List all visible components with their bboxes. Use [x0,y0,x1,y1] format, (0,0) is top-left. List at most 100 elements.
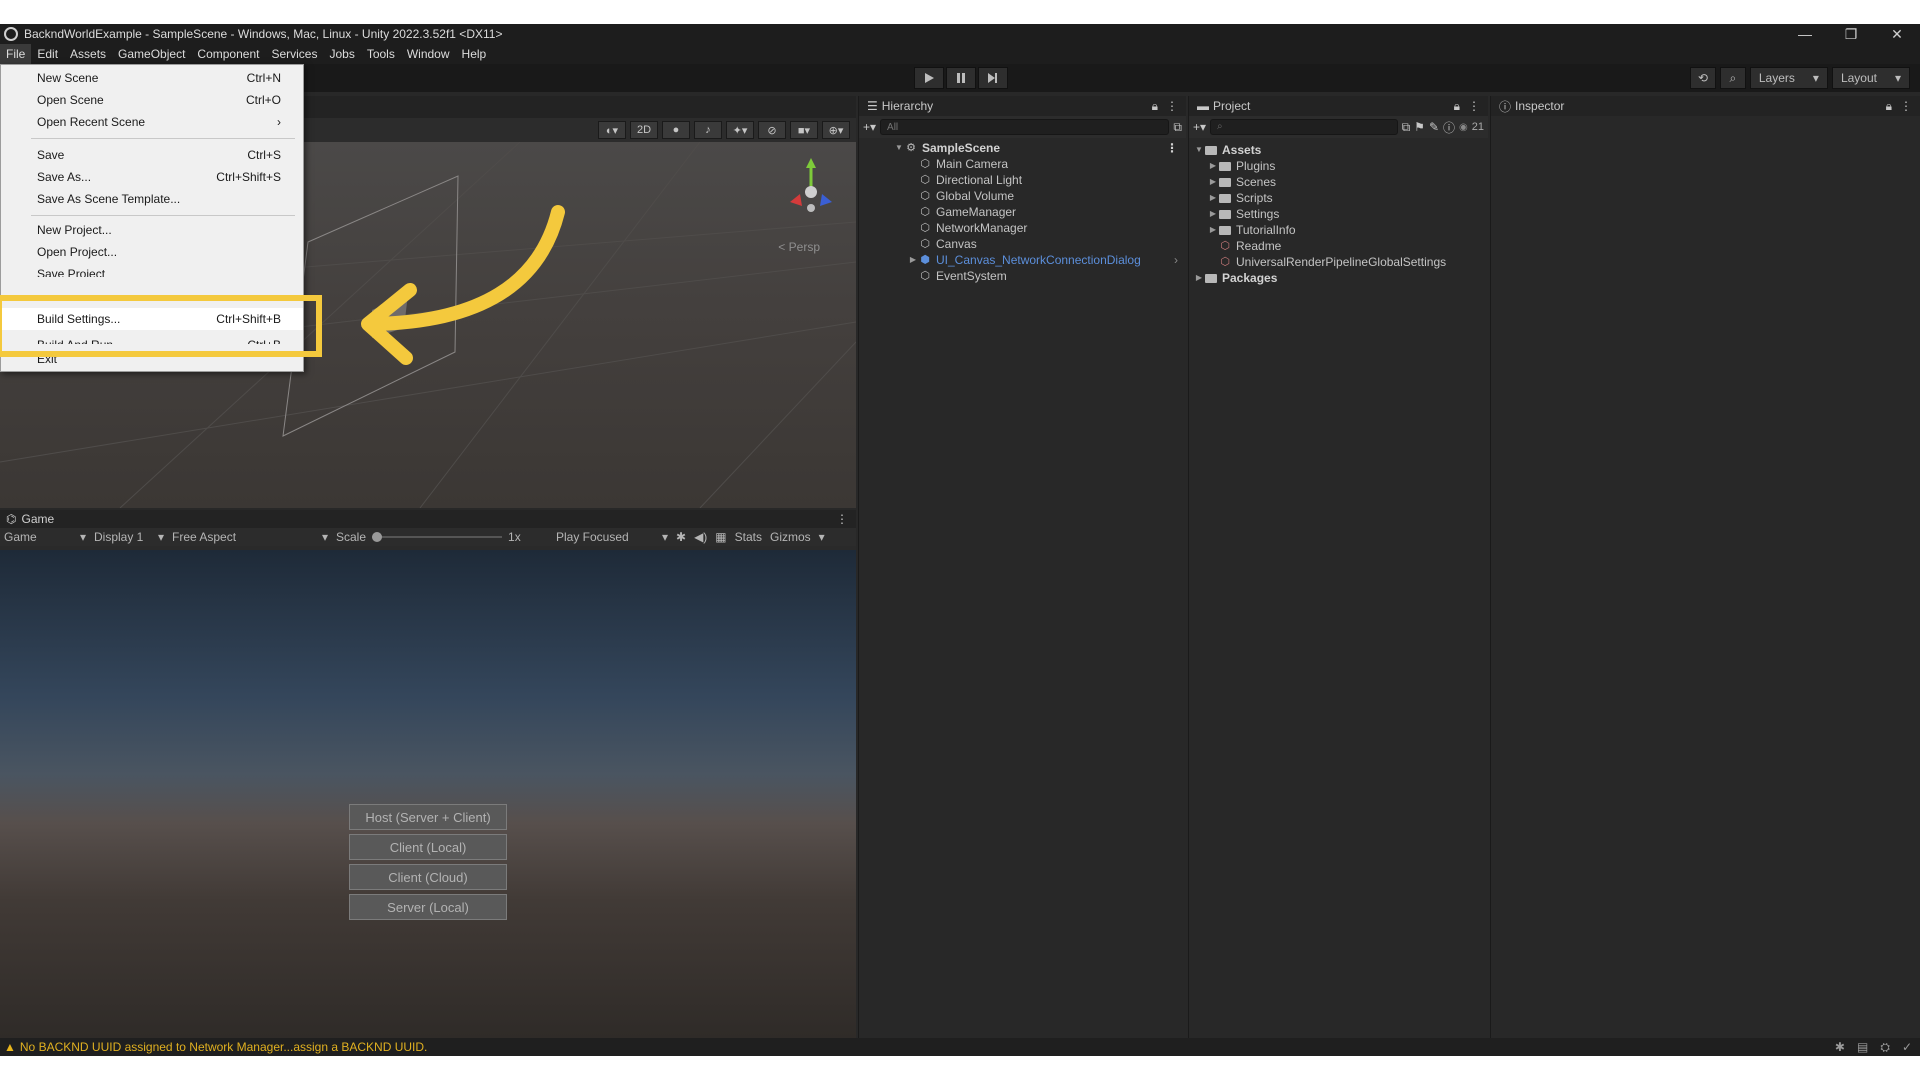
menu-item-save[interactable]: Save Ctrl+S [37,144,281,166]
expand-arrow-icon[interactable]: ▶ [1207,190,1219,206]
game-mode-dropdown[interactable]: Game ▾ [0,530,90,544]
filter-label-icon[interactable]: ⚑ [1414,120,1425,134]
add-icon[interactable]: +▾ [863,120,876,134]
menu-item-build-settings[interactable]: Build Settings... Ctrl+Shift+B [37,308,281,330]
more-icon[interactable]: ⋮ [836,512,856,526]
project-search-input[interactable]: ⌕ [1210,119,1398,135]
tab-inspector[interactable]: Inspector [1515,99,1564,113]
orientation-gizmo[interactable] [776,156,846,222]
restore-button[interactable]: ❐ [1828,26,1874,43]
favorite-icon[interactable]: ✎ [1429,120,1439,134]
tab-hierarchy[interactable]: Hierarchy [882,99,933,113]
menu-item-build-and-run[interactable]: Build And Run Ctrl+B [37,334,281,344]
scene-root-row[interactable]: ▼ ⚙ SampleScene ⋮ [859,140,1186,156]
project-file[interactable]: ⬡ UniversalRenderPipelineGlobalSettings [1189,254,1488,270]
aspect-dropdown[interactable]: Free Aspect ▾ [168,530,332,544]
expand-arrow-icon[interactable]: ▼ [893,140,905,156]
info-icon[interactable]: ⓘ [1443,119,1455,136]
perspective-label[interactable]: < Persp [778,240,820,254]
project-folder[interactable]: ▶ Scenes [1189,174,1488,190]
mute-audio-button[interactable]: ◀) [690,530,711,544]
stats-button[interactable]: Stats [731,530,766,544]
project-root-assets[interactable]: ▼ Assets [1189,142,1488,158]
menu-item-save-as-scene-template[interactable]: Save As Scene Template... [37,188,281,210]
add-icon[interactable]: +▾ [1193,120,1206,134]
more-icon[interactable]: ⋮ [1900,99,1920,113]
tab-project[interactable]: Project [1213,99,1250,113]
host-button[interactable]: Host (Server + Client) [349,804,507,830]
hierarchy-item[interactable]: ⬡ Canvas [859,236,1186,252]
menu-component[interactable]: Component [191,44,265,64]
gizmos-button[interactable]: ⊕▾ [822,121,850,139]
search-button[interactable]: ⌕ [1719,67,1746,89]
search-by-type-icon[interactable]: ⧉ [1402,120,1411,135]
minimize-button[interactable]: — [1782,26,1828,43]
expand-arrow-icon[interactable]: ▶ [1207,222,1219,238]
menu-item-exit[interactable]: Exit [37,348,281,370]
progress-icon[interactable]: ⛭ [1880,1040,1890,1055]
play-focus-dropdown[interactable]: Play Focused ▾ [552,530,672,544]
layout-dropdown[interactable]: Layout ▾ [1831,67,1910,89]
menu-item-save-as[interactable]: Save As... Ctrl+Shift+S [37,166,281,188]
expand-arrow-icon[interactable]: ▶ [907,252,919,268]
menu-item-open-project[interactable]: Open Project... [37,241,281,263]
expand-arrow-icon[interactable]: ▶ [1207,158,1219,174]
hierarchy-item[interactable]: ⬡ Directional Light [859,172,1186,188]
menu-item-open-scene[interactable]: Open Scene Ctrl+O [37,89,281,111]
menu-window[interactable]: Window [401,44,456,64]
pause-button[interactable] [946,67,976,89]
hierarchy-item[interactable]: ⬡ Global Volume [859,188,1186,204]
more-icon[interactable]: ⋮ [1166,140,1186,156]
menu-assets[interactable]: Assets [64,44,112,64]
tab-game[interactable]: Game [21,512,54,526]
2d-toggle[interactable]: 2D [630,121,658,139]
more-icon[interactable]: ⋮ [1166,99,1186,113]
scale-slider-thumb[interactable] [372,532,383,542]
frame-debugger-button[interactable]: ✱ [672,530,690,544]
menu-tools[interactable]: Tools [361,44,401,64]
hierarchy-item[interactable]: ⬡ Main Camera [859,156,1186,172]
hierarchy-item[interactable]: ⬡ GameManager [859,204,1186,220]
menu-item-save-project[interactable]: Save Project [37,263,281,277]
lighting-toggle[interactable]: ● [662,121,690,139]
scene-visibility-icon[interactable]: ⧉ [1173,120,1182,135]
hierarchy-item[interactable]: ⬡ EventSystem [859,268,1186,284]
menu-file[interactable]: File [0,44,32,64]
lock-icon[interactable]: 🔒︎ [1152,99,1162,114]
project-root-packages[interactable]: ▶ Packages [1189,270,1488,286]
history-button[interactable]: ⟲ [1689,67,1716,89]
gizmos-dropdown[interactable]: Gizmos ▾ [766,530,829,544]
chevron-right-icon[interactable]: › [1174,252,1186,268]
scale-control[interactable]: Scale 1x [332,530,552,544]
menu-help[interactable]: Help [456,44,493,64]
expand-arrow-icon[interactable]: ▶ [1207,174,1219,190]
menu-item-new-project[interactable]: New Project... [37,219,281,241]
display-dropdown[interactable]: Display 1 ▾ [90,530,168,544]
project-file[interactable]: ⬡ Readme [1189,238,1488,254]
more-icon[interactable]: ⋮ [1468,99,1488,113]
project-folder[interactable]: ▶ Settings [1189,206,1488,222]
close-button[interactable]: ✕ [1874,26,1920,43]
hierarchy-item[interactable]: ⬡ NetworkManager [859,220,1186,236]
menu-item-new-scene[interactable]: New Scene Ctrl+N [37,67,281,89]
layers-dropdown[interactable]: Layers ▾ [1749,67,1828,89]
menu-services[interactable]: Services [265,44,323,64]
play-button[interactable] [914,67,944,89]
hierarchy-item[interactable]: ▶ ⬢ UI_Canvas_NetworkConnectionDialog › [859,252,1186,268]
cache-server-icon[interactable]: ▤ [1857,1040,1868,1055]
server-local-button[interactable]: Server (Local) [349,894,507,920]
project-folder[interactable]: ▶ TutorialInfo [1189,222,1488,238]
debug-icon[interactable]: ✱ [1835,1040,1845,1055]
lock-icon[interactable]: 🔒︎ [1886,99,1896,114]
status-message[interactable]: No BACKND UUID assigned to Network Manag… [20,1040,427,1054]
check-icon[interactable]: ✓ [1902,1040,1912,1055]
menu-gameobject[interactable]: GameObject [112,44,191,64]
client-local-button[interactable]: Client (Local) [349,834,507,860]
expand-arrow-icon[interactable]: ▶ [1193,270,1205,286]
shortcuts-button[interactable]: ▦ [711,530,730,544]
visibility-toggle[interactable]: ⊘ [758,121,786,139]
project-folder[interactable]: ▶ Plugins [1189,158,1488,174]
step-button[interactable] [978,67,1008,89]
menu-jobs[interactable]: Jobs [323,44,360,64]
client-cloud-button[interactable]: Client (Cloud) [349,864,507,890]
